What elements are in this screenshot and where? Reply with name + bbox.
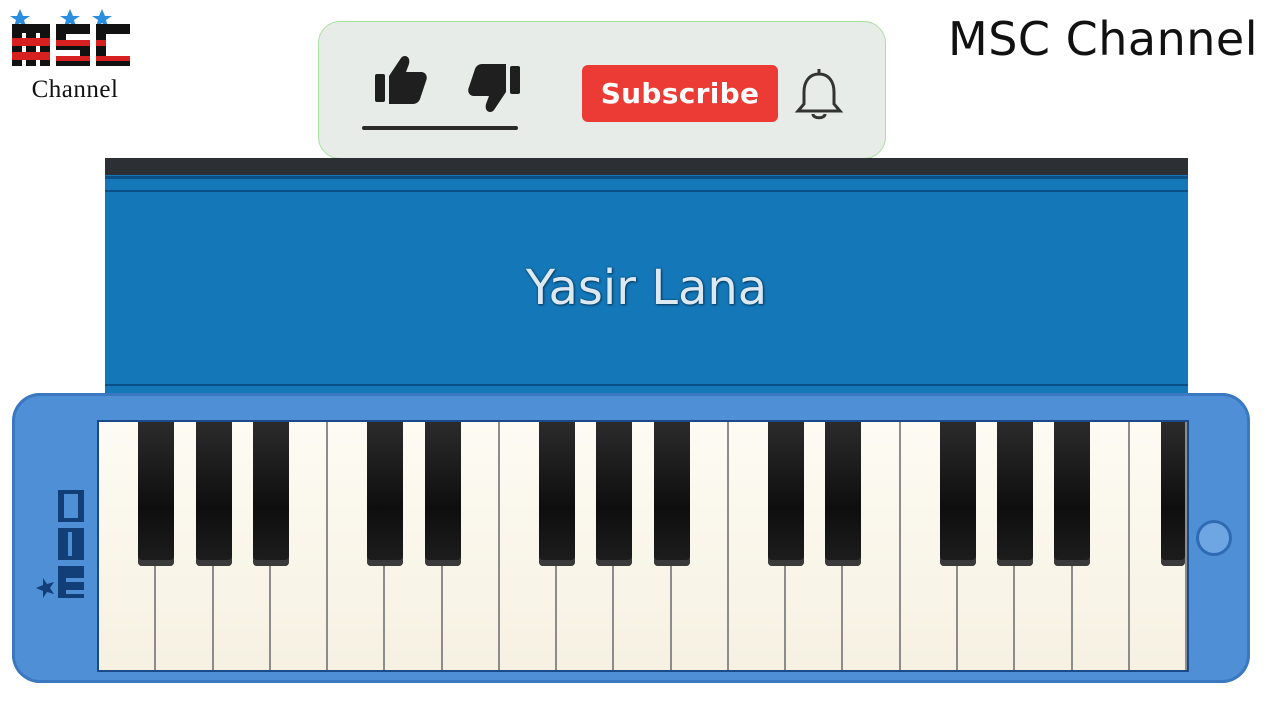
- song-banner: Yasir Lana: [105, 158, 1188, 398]
- black-key[interactable]: [997, 422, 1034, 566]
- side-logo: [20, 470, 86, 600]
- black-key[interactable]: [367, 422, 404, 566]
- black-key[interactable]: [424, 422, 461, 566]
- black-key[interactable]: [252, 422, 289, 566]
- channel-logo: Channel: [8, 6, 133, 103]
- like-button[interactable]: [371, 52, 431, 108]
- black-key[interactable]: [195, 422, 232, 566]
- piano-keyboard: [97, 420, 1189, 672]
- notification-button[interactable]: [793, 68, 845, 124]
- banner-divider: [105, 384, 1188, 386]
- black-key[interactable]: [1161, 422, 1185, 566]
- black-key[interactable]: [768, 422, 805, 566]
- black-key[interactable]: [596, 422, 633, 566]
- banner-divider: [105, 190, 1188, 192]
- bell-icon: [794, 69, 844, 120]
- black-key[interactable]: [939, 422, 976, 566]
- thumbs-down-icon: [468, 64, 520, 112]
- side-knob[interactable]: [1196, 520, 1232, 556]
- channel-name: MSC Channel: [948, 12, 1258, 66]
- black-key[interactable]: [1054, 422, 1091, 566]
- dislike-button[interactable]: [464, 60, 524, 116]
- like-underline: [362, 126, 518, 130]
- banner-top-strip: [105, 158, 1188, 175]
- subscribe-button[interactable]: Subscribe: [582, 65, 778, 122]
- song-title: Yasir Lana: [525, 260, 768, 316]
- black-key[interactable]: [539, 422, 576, 566]
- banner-divider: [105, 176, 1188, 179]
- black-key[interactable]: [653, 422, 690, 566]
- thumbs-up-icon: [375, 56, 427, 104]
- black-key[interactable]: [825, 422, 862, 566]
- black-key[interactable]: [138, 422, 175, 566]
- logo-caption: Channel: [31, 76, 119, 103]
- subscribe-bar: Subscribe: [318, 21, 886, 159]
